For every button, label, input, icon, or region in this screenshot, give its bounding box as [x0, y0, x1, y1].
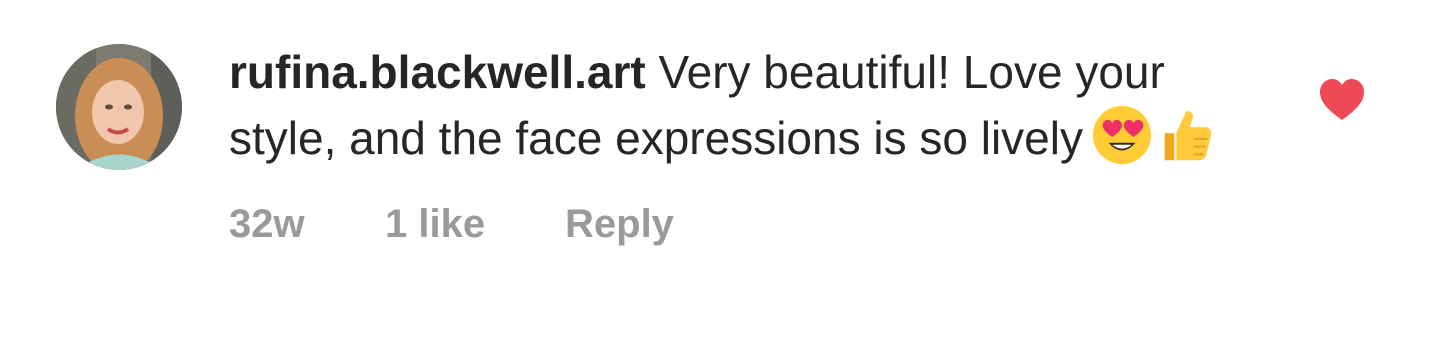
like-count[interactable]: 1 like: [385, 202, 565, 247]
comment-meta: 32w 1 like Reply: [229, 200, 1259, 248]
heart-eyes-emoji: [1092, 105, 1152, 165]
reply-button[interactable]: Reply: [565, 202, 674, 247]
username-link[interactable]: rufina.blackwell.art: [229, 46, 646, 98]
avatar[interactable]: [56, 44, 182, 170]
comment-timestamp[interactable]: 32w: [229, 202, 385, 247]
heart-icon: [1320, 79, 1364, 120]
thumbs-up-emoji: [1164, 111, 1212, 161]
comment-body: rufina.blackwell.art Very beautiful! Lov…: [229, 40, 1259, 248]
comment-item: rufina.blackwell.art Very beautiful! Lov…: [0, 0, 1440, 338]
like-button[interactable]: [1318, 78, 1366, 122]
avatar-image: [56, 44, 182, 170]
comment-text: rufina.blackwell.art Very beautiful! Lov…: [229, 40, 1259, 170]
